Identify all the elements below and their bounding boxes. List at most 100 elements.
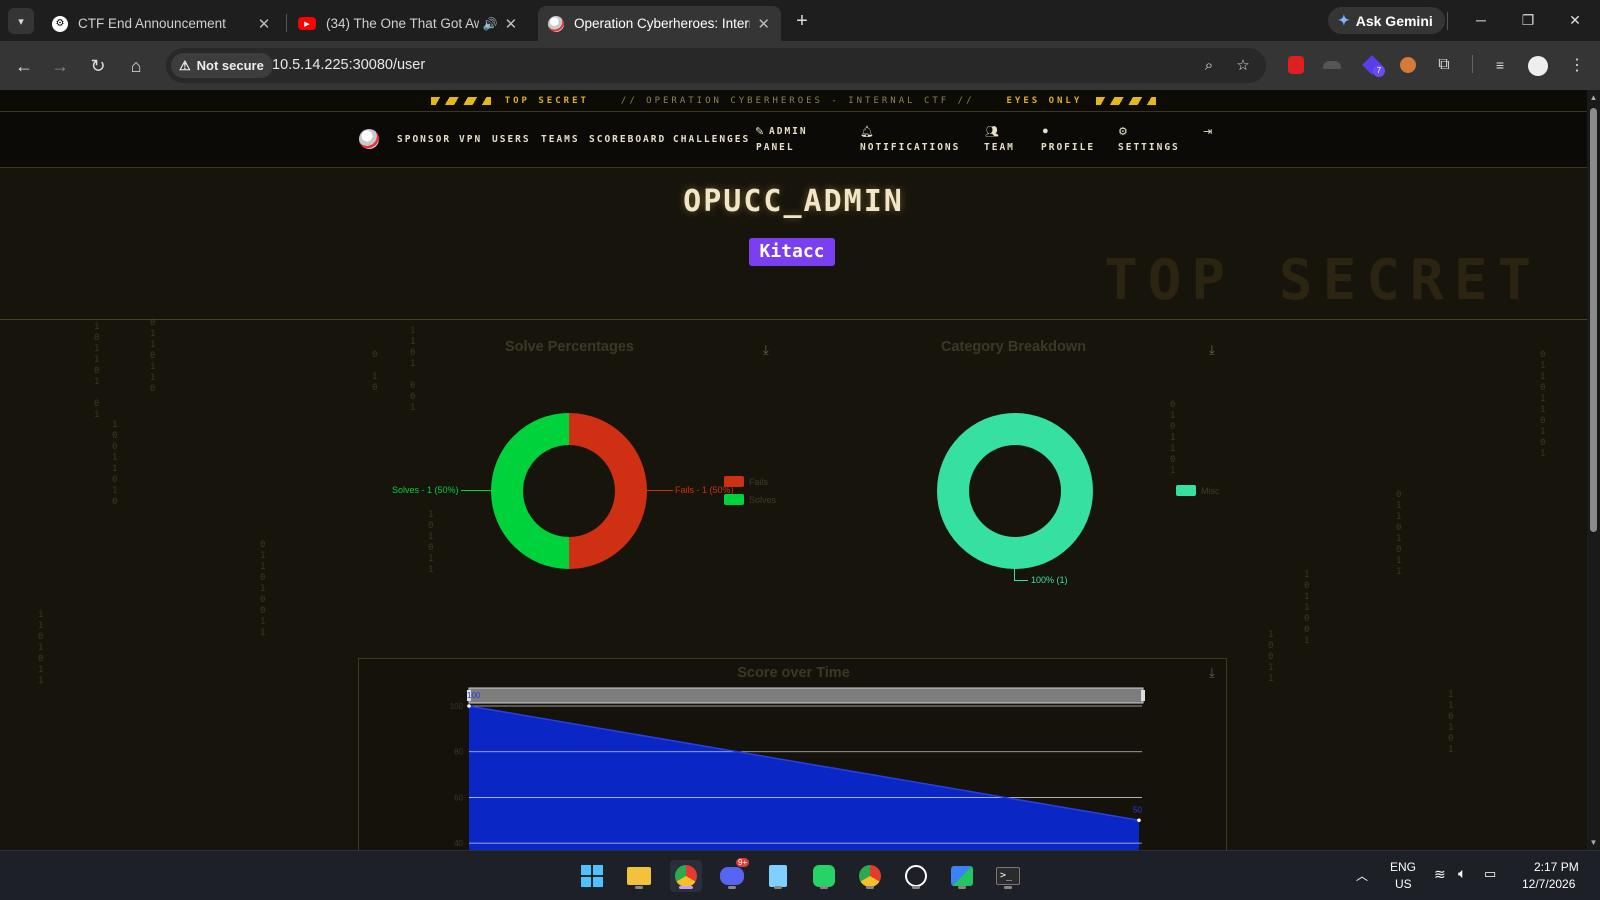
chevron-up-icon[interactable]: ︿ (1356, 867, 1368, 884)
language-line2[interactable]: US (1395, 877, 1412, 891)
ask-gemini-label: Ask Gemini (1355, 12, 1433, 29)
team-badge[interactable]: Kitacc (749, 238, 835, 266)
score-over-time-panel: Score over Time ⤓ 40 60 80 100 100 50 (358, 658, 1227, 850)
site-security-chip[interactable]: ⚠ Not secure (171, 53, 273, 78)
extensions-puzzle-icon[interactable]: ⧉ (1432, 53, 1456, 77)
matrix-rain-column: 101011 (428, 510, 434, 575)
extension-spy-hat-icon[interactable] (1320, 53, 1344, 77)
banner-top-secret: TOP SECRET (504, 95, 589, 106)
nav-settings[interactable]: SETTINGS (1118, 142, 1180, 153)
download-icon[interactable]: ⤓ (763, 342, 769, 358)
nav-teams[interactable]: TEAMS (541, 134, 580, 145)
chrome-profile-icon[interactable] (854, 860, 886, 892)
nav-vpn[interactable]: VPN (459, 134, 482, 145)
ask-gemini-button[interactable]: ✦ Ask Gemini (1328, 7, 1445, 34)
divider (1447, 12, 1448, 30)
extension-purple-icon[interactable]: 7 (1360, 53, 1385, 77)
matrix-rain-column: 0110110 (150, 318, 156, 394)
scrollbar-thumb[interactable] (1590, 108, 1597, 532)
zoom-range-handle-right[interactable] (1141, 690, 1145, 701)
score-point (1137, 818, 1141, 823)
site-logo[interactable] (359, 129, 379, 149)
tab-youtube[interactable]: ▶ (34) The One That Got Away 🔊 ✕ (288, 6, 528, 41)
profile-avatar[interactable] (1528, 56, 1548, 76)
legend-swatch-fails[interactable] (724, 476, 744, 487)
kebab-menu-icon[interactable]: ⋮ (1565, 53, 1589, 77)
minimize-button[interactable]: ─ (1461, 6, 1501, 34)
nav-notifications[interactable]: NOTIFICATIONS (860, 142, 960, 153)
legend-label-misc[interactable]: Misc (1201, 486, 1220, 496)
wifi-icon[interactable]: ≋ (1434, 866, 1446, 883)
close-window-button[interactable]: ✕ (1555, 6, 1595, 34)
nav-scoreboard[interactable]: SCOREBOARD (589, 134, 666, 145)
legend-swatch-misc[interactable] (1176, 485, 1196, 496)
speaker-icon[interactable]: 🔊 (483, 16, 498, 32)
close-tab-icon[interactable]: ✕ (504, 16, 518, 33)
matrix-rain-column: 01101011 (1396, 490, 1402, 577)
volume-icon[interactable]: 🔈︎ (1458, 865, 1466, 882)
user-circle-icon: ● (1042, 125, 1049, 137)
misc-data-label: 100% (1) (1031, 575, 1068, 585)
tab-title: CTF End Announcement (78, 16, 226, 31)
nav-profile[interactable]: PROFILE (1041, 142, 1095, 153)
terminal-icon[interactable]: >_ (992, 860, 1024, 892)
tab-operation-cyberheroes[interactable]: Operation Cyberheroes: Internal ✕ (538, 6, 781, 41)
legend-label-solves[interactable]: Solves (749, 495, 776, 505)
download-icon[interactable]: ⤓ (1209, 342, 1215, 358)
back-button[interactable]: ← (10, 52, 38, 80)
file-explorer-icon[interactable] (623, 860, 655, 892)
network-tool-icon[interactable] (946, 860, 978, 892)
nav-admin-panel[interactable]: ADMIN (769, 126, 808, 137)
new-tab-button[interactable]: + (790, 9, 814, 33)
section-divider (0, 319, 1587, 320)
notepad-icon[interactable] (762, 860, 794, 892)
legend-label-fails[interactable]: Fails (749, 477, 768, 487)
address-bar[interactable]: ⚠ Not secure 10.5.14.225:30080/user ⌕ ☆ (166, 48, 1266, 83)
logout-icon[interactable]: ⇥ (1203, 125, 1212, 138)
bookmark-star-icon[interactable]: ☆ (1232, 54, 1254, 76)
battery-icon[interactable]: ▭ (1484, 866, 1496, 882)
language-line1[interactable]: ENG (1390, 860, 1416, 874)
y-tick-label: 100 (450, 702, 464, 711)
chatgpt-icon[interactable] (900, 860, 932, 892)
nav-sponsor[interactable]: SPONSOR (397, 134, 451, 145)
legend-swatch-solves[interactable] (724, 494, 744, 505)
home-button[interactable]: ⌂ (122, 52, 150, 80)
whatsapp-icon[interactable] (808, 860, 840, 892)
browser-toolbar: ← → ↻ ⌂ ⚠ Not secure 10.5.14.225:30080/u… (0, 41, 1600, 90)
scroll-down-arrow-icon[interactable]: ▼ (1589, 838, 1598, 847)
tab-search-button[interactable]: ▾ (8, 8, 34, 34)
close-tab-icon[interactable]: ✕ (756, 16, 771, 33)
score-area (469, 706, 1139, 850)
chrome-icon[interactable] (670, 860, 702, 892)
windows-start-icon[interactable] (576, 860, 608, 892)
page-scrollbar[interactable]: ▲ ▼ (1587, 90, 1600, 850)
extension-cookie-icon[interactable] (1396, 53, 1420, 77)
extension-badge: 7 (1373, 65, 1385, 77)
nav-admin-panel-line2[interactable]: PANEL (756, 142, 795, 153)
nav-users[interactable]: USERS (492, 134, 531, 145)
extension-shield-red-icon[interactable] (1284, 53, 1308, 77)
windows-taskbar: 9+ >_ ︿ ENG US ≋ 🔈︎ ▭ 2:17 PM 12/7/2026 (0, 850, 1600, 900)
close-tab-icon[interactable]: ✕ (256, 16, 272, 33)
zoom-range-slider[interactable] (468, 687, 1144, 704)
clock-time[interactable]: 2:17 PM (1534, 860, 1579, 874)
nav-challenges[interactable]: CHALLENGES (673, 134, 750, 145)
site-navbar: SPONSOR VPN USERS TEAMS SCOREBOARD CHALL… (0, 112, 1587, 168)
restore-button[interactable]: ❐ (1508, 6, 1548, 34)
forward-button[interactable]: → (46, 52, 74, 80)
reload-button[interactable]: ↻ (84, 52, 112, 80)
minimize-icon: ─ (1476, 12, 1486, 28)
score-point (467, 704, 471, 708)
banner-eyes-only: EYES ONLY (1006, 95, 1083, 106)
scroll-up-arrow-icon[interactable]: ▲ (1589, 93, 1598, 102)
tab-ctf-end-announcement[interactable]: ⚙ CTF End Announcement ✕ (42, 6, 282, 41)
nav-team[interactable]: TEAM (984, 142, 1015, 153)
url-text[interactable]: 10.5.14.225:30080/user (272, 48, 425, 83)
zoom-icon[interactable]: ⌕ (1198, 54, 1220, 76)
media-control-icon[interactable]: ≡ (1488, 53, 1512, 77)
category-breakdown-donut (937, 413, 1093, 569)
clock-date[interactable]: 12/7/2026 (1522, 877, 1575, 891)
users-icon: 👥︎ (985, 126, 999, 138)
discord-icon[interactable]: 9+ (716, 858, 750, 892)
